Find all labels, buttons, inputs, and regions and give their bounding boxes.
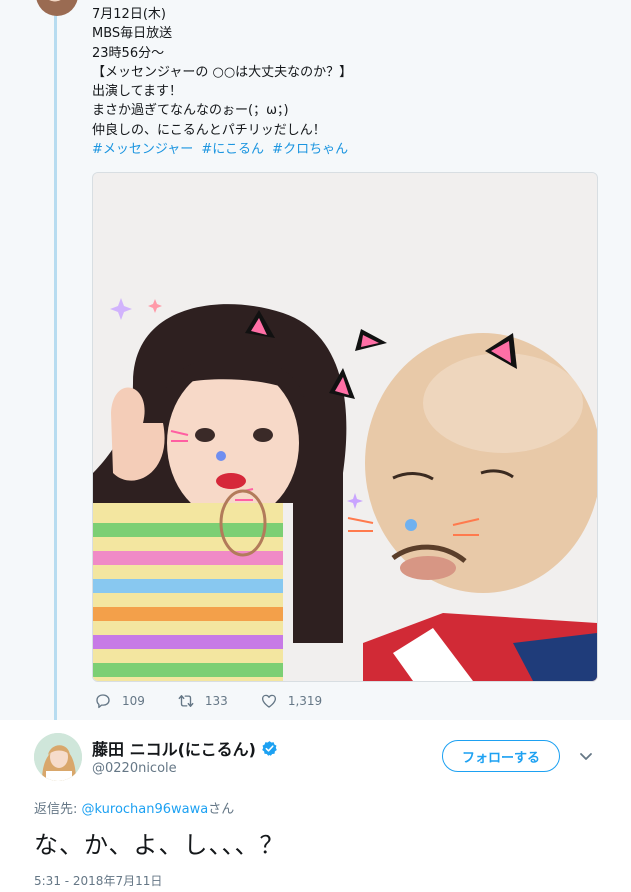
parent-tweet: 7月12日(木) MBS毎日放送 23時56分～ 【メッセンジャーの ○○は大丈… — [0, 0, 631, 724]
verified-badge-icon — [262, 740, 277, 756]
retweet-action[interactable]: 133 — [177, 692, 228, 710]
reply-to-line: 返信先: @kurochan96wawaさん — [34, 798, 234, 817]
retweet-icon — [178, 695, 194, 707]
selfie-illustration — [93, 173, 597, 681]
reply-tweet-text: な、か、よ、し、、、？ — [34, 831, 285, 859]
avatar-image — [34, 733, 82, 781]
author-name-row[interactable]: 藤田 ニコル(にこるん) — [92, 736, 278, 760]
chevron-down-icon[interactable] — [576, 746, 596, 766]
tweet-line: 7月12日(木) — [92, 7, 166, 22]
tweet-photo[interactable] — [92, 172, 598, 682]
display-name[interactable]: 藤田 ニコル(にこるん) — [92, 736, 256, 760]
tweet-line: MBS毎日放送 — [92, 26, 173, 42]
hashtag-link-nicorun[interactable]: #にこるん — [201, 142, 264, 157]
reply-to-suffix: さん — [208, 802, 235, 817]
retweet-count: 133 — [204, 694, 228, 708]
hashtag-link-kurochan[interactable]: #クロちゃん — [272, 142, 348, 157]
like-action[interactable]: 1,319 — [260, 692, 322, 710]
follow-button[interactable]: フォローする — [442, 740, 560, 772]
reply-to-mention-link[interactable]: @kurochan96wawa — [82, 802, 209, 817]
parent-tweet-text: 7月12日(木) MBS毎日放送 23時56分～ 【メッセンジャーの ○○は大丈… — [92, 5, 612, 159]
thread-connector-line — [54, 8, 57, 724]
hashtag-link-messenger[interactable]: #メッセンジャー — [92, 142, 193, 157]
reply-count: 109 — [122, 694, 145, 708]
reply-avatar[interactable] — [34, 733, 82, 781]
reply-icon — [96, 694, 110, 709]
like-count: 1,319 — [287, 694, 323, 708]
reply-action[interactable]: 109 — [94, 692, 145, 710]
tweet-line: 出演してます！ — [92, 84, 182, 100]
tweet-line: 23時56分～ — [92, 45, 165, 61]
heart-icon — [261, 694, 276, 708]
reply-to-prefix: 返信先: — [34, 802, 82, 817]
author-handle[interactable]: @0220nicole — [92, 761, 177, 776]
tweet-line: 仲良しの、にこるんとパチリッだしん！ — [92, 122, 326, 138]
tweet-timestamp[interactable]: 5:31 - 2018年7月11日 — [34, 872, 162, 889]
tweet-line: 【メッセンジャーの ○○は大丈夫なのか？】 — [92, 64, 353, 80]
parent-avatar[interactable] — [36, 0, 78, 16]
reply-tweet: 藤田 ニコル(にこるん) @0220nicole フォローする 返信先: @ku… — [0, 720, 631, 892]
tweet-action-bar: 109 133 1,319 — [94, 690, 354, 712]
hashtag-row: #メッセンジャー #にこるん #クロちゃん — [92, 140, 612, 159]
tweet-line: まさか過ぎてなんなのぉー(；ω；) — [92, 103, 289, 119]
